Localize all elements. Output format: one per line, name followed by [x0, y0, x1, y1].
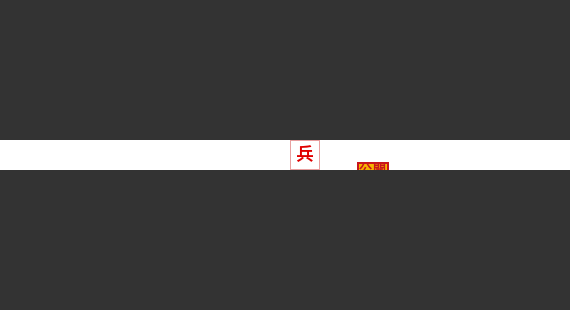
game-board: 兵 公開 [0, 0, 570, 310]
stamp-marker-label: 公開 [359, 164, 387, 170]
board-strip [0, 140, 570, 170]
stamp-marker-face: 公開 [357, 162, 389, 170]
soldier-piece-label: 兵 [296, 144, 314, 165]
stamp-marker[interactable]: 公開 [357, 162, 389, 170]
soldier-piece[interactable]: 兵 [290, 140, 320, 170]
